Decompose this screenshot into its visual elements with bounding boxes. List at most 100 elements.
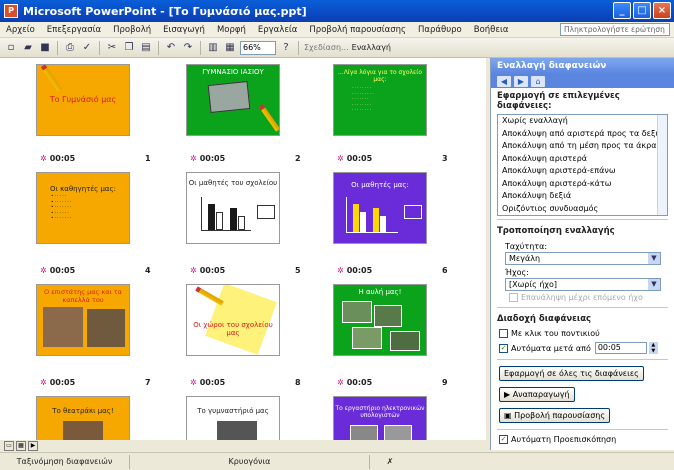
speed-label: Ταχύτητα: bbox=[505, 242, 548, 251]
minimize-button[interactable]: _ bbox=[613, 2, 631, 19]
photo bbox=[374, 305, 402, 327]
close-button[interactable]: × bbox=[653, 2, 671, 19]
slide-number: 7 bbox=[145, 378, 151, 387]
slide-thumbnail-2[interactable]: ΓΥΜΝΑΣΙΟ ΙΑΣΙΟΥ bbox=[186, 64, 280, 136]
transition-icon: ✲ bbox=[40, 378, 47, 387]
divider bbox=[497, 219, 668, 220]
chevron-down-icon[interactable]: ▼ bbox=[648, 253, 660, 264]
slideshow-icon: ▣ bbox=[504, 411, 515, 420]
design-button[interactable]: Σχεδίαση... bbox=[304, 43, 349, 52]
list-item[interactable]: Αποκάλυψη από τη μέση προς τα άκρα bbox=[498, 140, 667, 153]
sound-select[interactable]: [Χωρίς ήχο] ▼ bbox=[505, 278, 661, 291]
print-icon[interactable]: ⎙ bbox=[63, 41, 77, 55]
photo bbox=[390, 331, 420, 351]
speed-value: Μεγάλη bbox=[509, 254, 541, 263]
chevron-down-icon[interactable]: ▼ bbox=[648, 279, 660, 290]
pencil-decoration bbox=[40, 65, 63, 92]
slide-timing: ✲ 00:05 bbox=[40, 154, 76, 163]
menu-slideshow[interactable]: Προβολή παρουσίασης bbox=[303, 25, 412, 35]
slide-number: 4 bbox=[145, 266, 151, 275]
slide-thumbnail-10[interactable]: Το θεατράκι μας! bbox=[36, 396, 130, 440]
view-buttons: ▭ ▦ ▶ bbox=[0, 440, 486, 452]
slide-number: 6 bbox=[442, 266, 448, 275]
menu-edit[interactable]: Επεξεργασία bbox=[41, 25, 107, 35]
slide-thumbnail-5[interactable]: Οι μαθητές του σχολείου bbox=[186, 172, 280, 244]
slideshow-view-icon[interactable]: ▶ bbox=[28, 441, 38, 451]
list-item[interactable]: Αποκάλυψη αριστερά-κάτω bbox=[498, 178, 667, 191]
apply-all-button[interactable]: Εφαρμογή σε όλες τις διαφάνειες bbox=[499, 366, 644, 381]
slide-thumbnail-4[interactable]: Οι καθηγητές μας: • · · · · · • · · · · ·… bbox=[36, 172, 130, 244]
menu-file[interactable]: Αρχείο bbox=[0, 25, 41, 35]
forward-icon[interactable]: ▶ bbox=[514, 75, 528, 87]
slide-title: Το γυμναστήριό μας bbox=[197, 407, 269, 415]
status-design: Κρυογόνια bbox=[130, 454, 370, 469]
loop-sound-checkbox[interactable] bbox=[509, 293, 518, 302]
slide-thumbnail-8[interactable]: Οι χώροι του σχολείου μας bbox=[186, 284, 280, 356]
on-click-checkbox[interactable] bbox=[499, 329, 508, 338]
slide-thumbnail-7[interactable]: Ο επιστάτης μας και τα καπελλά του bbox=[36, 284, 130, 356]
auto-advance-checkbox[interactable]: ✓ bbox=[499, 343, 508, 353]
home-icon[interactable]: ⌂ bbox=[531, 75, 545, 87]
auto-advance-time-input[interactable]: 00:05 bbox=[594, 342, 647, 354]
list-item[interactable]: Αποκάλυψη από αριστερά προς τα δεξιά bbox=[498, 128, 667, 141]
zoom-select[interactable]: 66% bbox=[240, 40, 276, 55]
powerpoint-app-icon[interactable]: P bbox=[4, 4, 18, 18]
help-icon[interactable]: ? bbox=[279, 41, 293, 55]
paste-icon[interactable]: ▤ bbox=[139, 41, 153, 55]
transition-list[interactable]: Χωρίς εναλλαγή Αποκάλυψη από αριστερά πρ… bbox=[497, 114, 668, 216]
auto-advance-label: Αυτόματα μετά από bbox=[511, 343, 591, 353]
spelling-icon[interactable]: ✓ bbox=[80, 41, 94, 55]
save-icon[interactable]: ■ bbox=[38, 41, 52, 55]
transition-button[interactable]: Εναλλαγή bbox=[352, 43, 391, 52]
menu-help[interactable]: Βοήθεια bbox=[468, 25, 515, 35]
menu-format[interactable]: Μορφή bbox=[211, 25, 252, 35]
new-icon[interactable]: ▫ bbox=[4, 41, 18, 55]
photo bbox=[342, 301, 372, 323]
menu-window[interactable]: Παράθυρο bbox=[412, 25, 468, 35]
table-icon[interactable]: ▦ bbox=[223, 41, 237, 55]
loop-sound-row: Επανάληψη μέχρι επόμενο ήχο bbox=[491, 291, 674, 304]
transition-icon: ✲ bbox=[337, 378, 344, 387]
back-icon[interactable]: ◀ bbox=[497, 75, 511, 87]
transition-icon: ✲ bbox=[190, 266, 197, 275]
autopreview-checkbox[interactable]: ✓ bbox=[499, 435, 508, 444]
advance-heading: Διαδοχή διαφάνειας bbox=[497, 314, 592, 324]
chart-icon[interactable]: ▥ bbox=[206, 41, 220, 55]
open-icon[interactable]: ▰ bbox=[21, 41, 35, 55]
slide-thumbnail-9[interactable]: Η αυλή μας! bbox=[333, 284, 427, 356]
list-item[interactable]: Οριζόντιος συνδυασμός bbox=[498, 203, 667, 216]
slide-thumbnail-6[interactable]: Οι μαθητές μας: bbox=[333, 172, 427, 244]
list-item[interactable]: Αποκάλυψη δεξιά bbox=[498, 190, 667, 203]
slide-sorter[interactable]: Το Γυμνάσιό μας ✲ 00:05 1 ΓΥΜΝΑΣΙΟ ΙΑΣΙΟΥ… bbox=[0, 58, 486, 440]
list-item[interactable]: Αποκάλυψη αριστερά bbox=[498, 153, 667, 166]
normal-view-icon[interactable]: ▭ bbox=[4, 441, 14, 451]
slide-number: 8 bbox=[295, 378, 301, 387]
list-scrollbar[interactable] bbox=[657, 115, 667, 215]
cut-icon[interactable]: ✂ bbox=[105, 41, 119, 55]
menu-insert[interactable]: Εισαγωγή bbox=[157, 25, 211, 35]
slideshow-button[interactable]: ▣ Προβολή παρουσίασης bbox=[499, 408, 611, 423]
spinner-icon[interactable]: ▲ ▼ bbox=[648, 342, 658, 354]
speed-select[interactable]: Μεγάλη ▼ bbox=[505, 252, 661, 265]
help-search-input[interactable]: Πληκτρολογήστε ερώτηση bbox=[560, 23, 670, 36]
menu-view[interactable]: Προβολή bbox=[107, 25, 157, 35]
list-item[interactable]: Αποκάλυψη αριστερά-επάνω bbox=[498, 165, 667, 178]
menu-tools[interactable]: Εργαλεία bbox=[252, 25, 304, 35]
on-click-label: Με κλικ του ποντικιού bbox=[511, 329, 600, 338]
copy-icon[interactable]: ❐ bbox=[122, 41, 136, 55]
list-item[interactable]: Χωρίς εναλλαγή bbox=[498, 115, 667, 128]
autopreview-row: ✓ Αυτόματη Προεπισκόπηση bbox=[491, 433, 674, 446]
maximize-button[interactable]: □ bbox=[633, 2, 651, 19]
undo-icon[interactable]: ↶ bbox=[164, 41, 178, 55]
slide-thumbnail-3[interactable]: ...Λίγα λόγια για το σχολείο μας: · · · … bbox=[333, 64, 427, 136]
toolbar-divider bbox=[158, 40, 159, 55]
slide-thumbnail-1[interactable]: Το Γυμνάσιό μας bbox=[36, 64, 130, 136]
sorter-view-icon[interactable]: ▦ bbox=[16, 441, 26, 451]
redo-icon[interactable]: ↷ bbox=[181, 41, 195, 55]
photo bbox=[87, 309, 125, 347]
slide-thumbnail-12[interactable]: Το εργαστήριο ηλεκτρονικών υπολογιστών bbox=[333, 396, 427, 440]
transition-icon: ✲ bbox=[40, 154, 47, 163]
slide-title: Η αυλή μας! bbox=[358, 288, 402, 296]
slide-thumbnail-11[interactable]: Το γυμναστήριό μας bbox=[186, 396, 280, 440]
play-button[interactable]: ▶ Αναπαραγωγή bbox=[499, 387, 575, 402]
